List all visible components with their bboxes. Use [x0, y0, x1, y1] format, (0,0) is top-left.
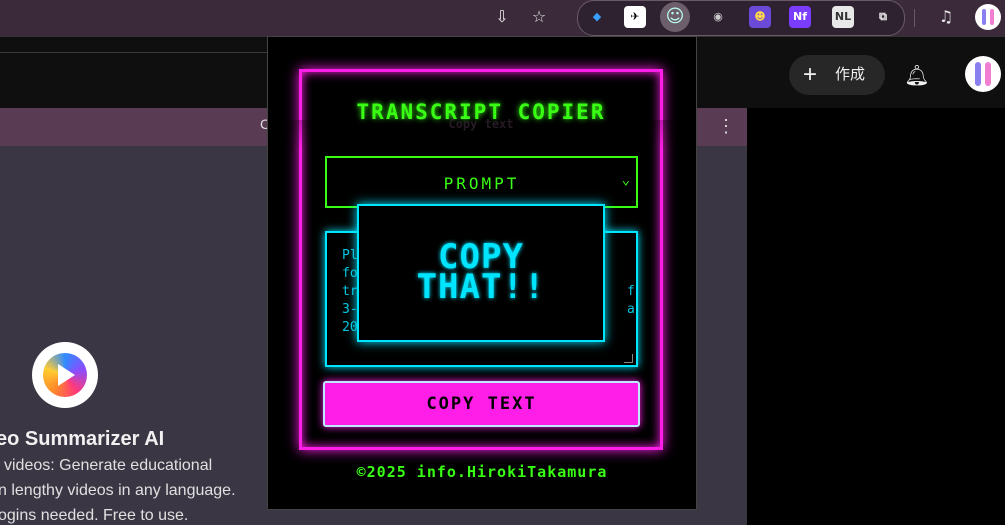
- app-description-line: ogins needed. Free to use.: [0, 507, 189, 524]
- media-control-icon[interactable]: ♫: [934, 5, 958, 29]
- nf-extension-icon[interactable]: Nf: [789, 6, 811, 28]
- popup-footer: ©2025 info.HirokiTakamura: [356, 463, 608, 481]
- app-title: eo Summarizer AI: [0, 428, 165, 450]
- people-extension-icon[interactable]: ☻: [749, 6, 771, 28]
- create-button[interactable]: + 作成: [789, 55, 885, 95]
- copy-confirmation-overlay: COPY THAT!!: [357, 204, 605, 342]
- copy-text-button[interactable]: COPY TEXT: [323, 381, 640, 427]
- extensions-puzzle-icon[interactable]: ⧉: [872, 6, 894, 28]
- summarizer-app-logo: [32, 342, 98, 408]
- profile-avatar[interactable]: [975, 4, 1001, 30]
- nl-extension-icon[interactable]: NL: [832, 6, 854, 28]
- app-description-line: n lengthy videos in any language.: [0, 482, 236, 499]
- chevron-down-icon: ⌄: [621, 172, 630, 188]
- telegram-extension-icon[interactable]: ✈: [624, 6, 646, 28]
- resize-handle-icon[interactable]: [624, 354, 633, 363]
- textarea-line-end: f: [627, 284, 635, 299]
- overlay-line: THAT!!: [416, 267, 546, 307]
- install-app-icon[interactable]: ⇩: [490, 5, 514, 29]
- bookmark-star-icon[interactable]: ☆: [527, 5, 551, 29]
- app-description-line: videos: Generate educational: [4, 457, 213, 474]
- transcript-copier-extension-icon[interactable]: ☺: [660, 2, 690, 32]
- camera-extension-icon[interactable]: ◉: [707, 6, 729, 28]
- header-fade: [268, 120, 696, 150]
- channel-avatar[interactable]: [965, 56, 1001, 92]
- more-options-icon[interactable]: ⋮: [716, 112, 736, 140]
- search-bar-edge: [0, 52, 268, 53]
- notifications-bell-icon[interactable]: 🔔︎: [904, 62, 930, 88]
- create-label: 作成: [835, 66, 866, 83]
- textarea-line-end: a: [627, 302, 635, 317]
- gem-extension-icon[interactable]: ◆: [586, 6, 608, 28]
- mode-select-value: PROMPT: [443, 174, 520, 193]
- toolbar-separator: [914, 9, 915, 27]
- mode-select[interactable]: PROMPT ⌄: [325, 156, 638, 208]
- side-area: [747, 108, 1005, 525]
- plus-icon: +: [803, 61, 818, 88]
